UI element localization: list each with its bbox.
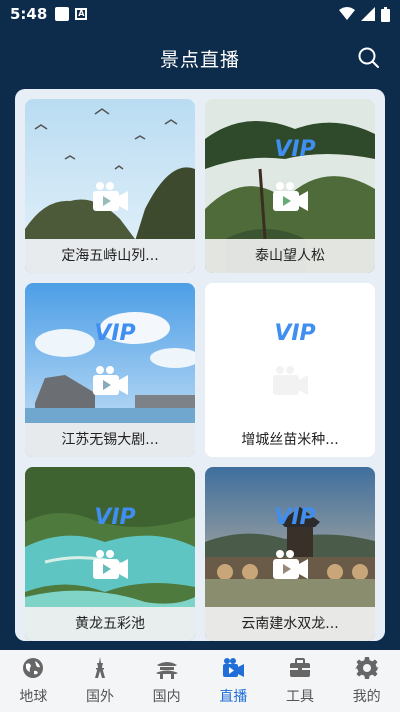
video-camera-icon xyxy=(93,550,128,579)
tower-icon xyxy=(95,657,105,678)
toolbox-icon xyxy=(290,658,311,677)
tab-label: 我的 xyxy=(352,689,381,705)
tab-label: 工具 xyxy=(286,689,315,705)
vip-text: VIP xyxy=(94,321,135,345)
tab-label: 直播 xyxy=(219,689,248,705)
signal-icon xyxy=(361,7,375,21)
video-camera-icon xyxy=(273,550,308,579)
tab-domestic[interactable]: 国内 xyxy=(133,650,200,712)
status-bar: 5:48 A xyxy=(0,0,400,28)
vip-badge: VIP xyxy=(274,505,315,529)
tab-globe[interactable]: 地球 xyxy=(0,650,67,712)
card-title: 云南建水双龙... xyxy=(205,607,375,641)
card-title: 江苏无锡大剧... xyxy=(25,423,195,457)
vip-badge: VIP xyxy=(94,321,135,345)
tab-label: 国外 xyxy=(86,689,114,705)
live-card[interactable]: 定海五峙山列... xyxy=(25,99,195,273)
tab-tools[interactable]: 工具 xyxy=(267,650,334,712)
page-title: 景点直播 xyxy=(159,48,240,71)
vip-text: VIP xyxy=(274,321,315,345)
battery-icon xyxy=(381,6,390,22)
card-title: 黄龙五彩池 xyxy=(25,607,195,641)
gear-icon xyxy=(354,657,379,679)
video-camera-icon xyxy=(93,182,128,211)
bottom-tab-bar: 地球 国外 国内 直播 工具 我的 xyxy=(0,650,400,712)
vip-text: VIP xyxy=(274,505,315,529)
video-camera-icon xyxy=(93,366,128,395)
live-card[interactable]: VIP 江苏无锡大剧... xyxy=(25,283,195,457)
search-icon[interactable] xyxy=(356,45,382,71)
live-card[interactable]: VIP 云南建水双龙... xyxy=(205,467,375,641)
tab-abroad[interactable]: 国外 xyxy=(67,650,134,712)
card-title: 泰山望人松 xyxy=(205,239,375,273)
tab-label: 地球 xyxy=(19,689,48,705)
tab-label: 国内 xyxy=(152,689,181,705)
globe-icon xyxy=(23,658,44,678)
vip-text: VIP xyxy=(274,137,315,161)
vip-badge: VIP xyxy=(274,321,315,345)
status-time: 5:48 xyxy=(10,5,48,23)
status-indicators xyxy=(339,6,390,22)
video-camera-icon xyxy=(223,658,245,677)
scenic-live-grid[interactable]: 定海五峙山列... VIP 泰山望人松 VIP 江苏无锡大剧... VIP 增城… xyxy=(15,89,385,641)
vip-text: VIP xyxy=(94,505,135,529)
vip-badge: VIP xyxy=(274,137,315,161)
vip-badge: VIP xyxy=(94,505,135,529)
live-card[interactable]: VIP 黄龙五彩池 xyxy=(25,467,195,641)
notification-square-icon xyxy=(55,7,70,21)
card-title: 增城丝苗米种... xyxy=(205,423,375,457)
temple-icon xyxy=(155,662,178,679)
card-title: 定海五峙山列... xyxy=(25,239,195,273)
wifi-icon xyxy=(339,7,355,20)
tab-mine[interactable]: 我的 xyxy=(333,650,400,712)
live-card[interactable]: VIP 增城丝苗米种... xyxy=(205,283,375,457)
tab-live[interactable]: 直播 xyxy=(200,650,267,712)
live-card[interactable]: VIP 泰山望人松 xyxy=(205,99,375,273)
video-camera-icon xyxy=(273,182,308,211)
notification-a-icon: A xyxy=(75,8,88,20)
app-header: 景点直播 xyxy=(0,28,400,88)
video-camera-icon xyxy=(273,366,308,395)
